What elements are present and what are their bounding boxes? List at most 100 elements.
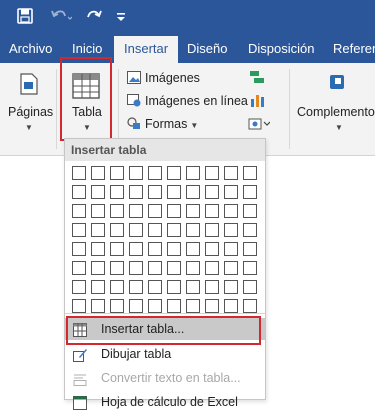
formas-button[interactable]: Formas ▼ <box>127 114 198 134</box>
table-grid-cell[interactable] <box>205 299 219 313</box>
table-grid-cell[interactable] <box>186 223 200 237</box>
table-grid-cell[interactable] <box>243 204 257 218</box>
table-grid-cell[interactable] <box>224 223 238 237</box>
table-grid-cell[interactable] <box>72 223 86 237</box>
table-grid-cell[interactable] <box>91 185 105 199</box>
table-grid-cell[interactable] <box>129 261 143 275</box>
table-grid-cell[interactable] <box>91 166 105 180</box>
table-grid-cell[interactable] <box>167 185 181 199</box>
table-grid-cell[interactable] <box>167 204 181 218</box>
table-grid-cell[interactable] <box>224 204 238 218</box>
table-grid-cell[interactable] <box>205 261 219 275</box>
imagenes-button[interactable]: Imágenes <box>127 68 200 88</box>
table-grid-cell[interactable] <box>91 261 105 275</box>
table-grid-cell[interactable] <box>224 280 238 294</box>
chart-icon[interactable] <box>250 93 266 112</box>
table-grid-cell[interactable] <box>148 204 162 218</box>
table-grid-cell[interactable] <box>91 299 105 313</box>
table-grid-cell[interactable] <box>167 299 181 313</box>
table-grid-cell[interactable] <box>205 242 219 256</box>
table-grid-cell[interactable] <box>205 223 219 237</box>
table-grid-cell[interactable] <box>148 166 162 180</box>
table-grid-cell[interactable] <box>72 166 86 180</box>
table-grid-cell[interactable] <box>224 166 238 180</box>
table-grid-cell[interactable] <box>243 299 257 313</box>
table-grid-cell[interactable] <box>148 223 162 237</box>
table-grid-cell[interactable] <box>110 223 124 237</box>
table-grid-cell[interactable] <box>148 280 162 294</box>
table-grid-cell[interactable] <box>186 185 200 199</box>
table-grid-cell[interactable] <box>205 185 219 199</box>
table-grid-cell[interactable] <box>110 185 124 199</box>
undo-icon[interactable] <box>50 8 73 29</box>
table-grid-cell[interactable] <box>243 280 257 294</box>
table-grid-cell[interactable] <box>205 166 219 180</box>
table-grid-cell[interactable] <box>186 242 200 256</box>
table-grid-cell[interactable] <box>224 299 238 313</box>
table-grid-cell[interactable] <box>129 166 143 180</box>
table-grid-cell[interactable] <box>243 223 257 237</box>
tab-insertar[interactable]: Insertar <box>114 36 179 63</box>
table-grid-cell[interactable] <box>91 242 105 256</box>
table-grid-cell[interactable] <box>186 280 200 294</box>
table-grid-cell[interactable] <box>148 261 162 275</box>
customize-quick-access-icon[interactable] <box>116 8 126 29</box>
table-grid-cell[interactable] <box>224 242 238 256</box>
table-grid-cell[interactable] <box>167 242 181 256</box>
tabla-button[interactable]: Tabla ▼ <box>62 63 112 139</box>
table-grid-cell[interactable] <box>129 223 143 237</box>
complementos-button[interactable]: Complementos ▼ <box>295 67 375 139</box>
tab-archivo[interactable]: Archivo <box>9 35 52 63</box>
table-grid-cell[interactable] <box>72 242 86 256</box>
table-grid-cell[interactable] <box>243 166 257 180</box>
save-icon[interactable] <box>17 8 33 29</box>
table-grid-cell[interactable] <box>129 242 143 256</box>
dibujar-tabla-menu-item[interactable]: Dibujar tabla <box>65 343 265 365</box>
table-grid-cell[interactable] <box>186 204 200 218</box>
imagenes-en-linea-button[interactable]: Imágenes en línea <box>127 91 248 111</box>
table-grid-cell[interactable] <box>110 204 124 218</box>
table-grid-cell[interactable] <box>167 261 181 275</box>
table-grid-cell[interactable] <box>91 223 105 237</box>
table-grid-cell[interactable] <box>110 242 124 256</box>
table-grid-cell[interactable] <box>243 185 257 199</box>
hoja-excel-menu-item[interactable]: Hoja de cálculo de Excel <box>65 391 265 413</box>
insertar-tabla-menu-item[interactable]: Insertar tabla... <box>65 318 265 340</box>
table-grid-cell[interactable] <box>205 280 219 294</box>
table-grid-cell[interactable] <box>224 185 238 199</box>
paginas-button[interactable]: Páginas ▼ <box>4 67 54 137</box>
table-grid-cell[interactable] <box>243 242 257 256</box>
table-grid-cell[interactable] <box>186 299 200 313</box>
tab-inicio[interactable]: Inicio <box>72 35 102 63</box>
table-grid-cell[interactable] <box>129 185 143 199</box>
table-grid-cell[interactable] <box>91 280 105 294</box>
table-grid-cell[interactable] <box>186 261 200 275</box>
table-grid-cell[interactable] <box>110 261 124 275</box>
tab-disposicion[interactable]: Disposición <box>248 35 314 63</box>
redo-icon[interactable] <box>85 8 103 29</box>
smartart-icon[interactable] <box>249 70 265 89</box>
table-grid-cell[interactable] <box>72 280 86 294</box>
table-grid-cell[interactable] <box>148 185 162 199</box>
table-grid-cell[interactable] <box>72 204 86 218</box>
table-grid-cell[interactable] <box>243 261 257 275</box>
table-grid-cell[interactable] <box>167 166 181 180</box>
table-grid-cell[interactable] <box>167 280 181 294</box>
table-grid-cell[interactable] <box>110 166 124 180</box>
table-grid-cell[interactable] <box>72 299 86 313</box>
table-grid-cell[interactable] <box>110 299 124 313</box>
table-size-grid[interactable] <box>72 166 262 342</box>
table-grid-cell[interactable] <box>148 242 162 256</box>
table-grid-cell[interactable] <box>205 204 219 218</box>
tab-referencias[interactable]: Referencias <box>333 35 375 63</box>
table-grid-cell[interactable] <box>167 223 181 237</box>
table-grid-cell[interactable] <box>91 204 105 218</box>
table-grid-cell[interactable] <box>129 204 143 218</box>
table-grid-cell[interactable] <box>72 185 86 199</box>
table-grid-cell[interactable] <box>148 299 162 313</box>
screenshot-icon[interactable] <box>248 116 271 135</box>
table-grid-cell[interactable] <box>110 280 124 294</box>
convertir-texto-menu-item[interactable]: Convertir texto en tabla... <box>65 367 265 389</box>
table-grid-cell[interactable] <box>224 261 238 275</box>
tab-diseno[interactable]: Diseño <box>187 35 227 63</box>
